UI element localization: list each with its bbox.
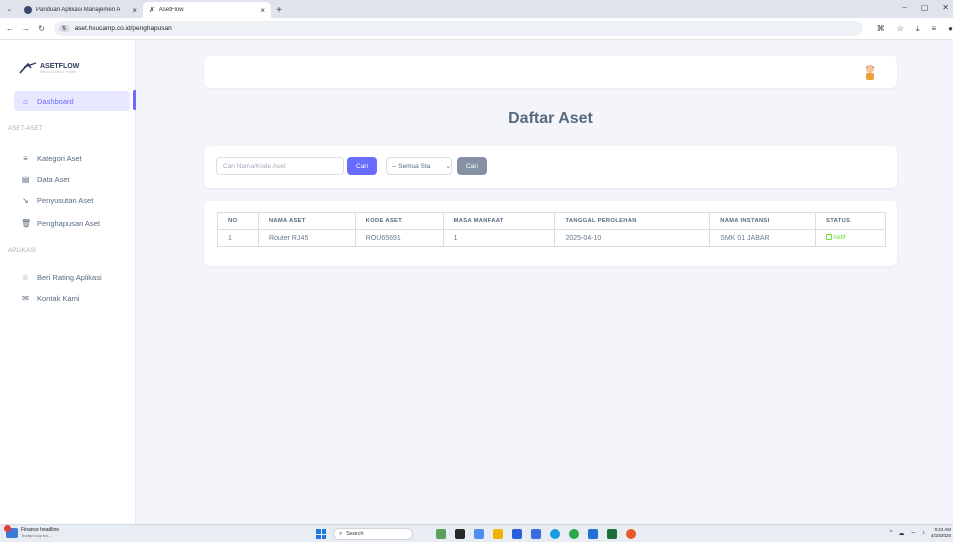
top-navbar: [204, 56, 897, 88]
maximize-icon[interactable]: ▢: [921, 3, 929, 12]
close-window-icon[interactable]: ✕: [942, 3, 949, 12]
taskbar-search[interactable]: ⌕ Search: [333, 528, 413, 540]
taskbar-app-icon[interactable]: [531, 529, 541, 539]
cell-nama-aset: Router RJ45: [257, 229, 356, 247]
windows-start-icon[interactable]: [316, 529, 326, 539]
extensions-icon[interactable]: ≡: [931, 24, 936, 34]
url-field[interactable]: ⇅ aset.hsucamp.co.id/penghapusan: [53, 21, 863, 36]
news-icon: [4, 524, 18, 538]
home-icon: ⌂: [23, 96, 28, 106]
cell-status: Aktif: [815, 229, 886, 247]
section-header-aplikasi: APLIKASI: [8, 248, 37, 254]
volume-icon[interactable]: ♪: [922, 530, 925, 538]
sidebar-item-data-aset[interactable]: ▤ Data Aset: [14, 169, 130, 189]
sidebar: ASETFLOW Kelola Mudah & Praktis ⌂ Dashbo…: [0, 40, 136, 524]
list-icon: ≡: [23, 153, 28, 163]
sidebar-item-penghapusan-aset[interactable]: 🗑 Penghapusan Aset: [14, 213, 130, 233]
translate-icon[interactable]: ⌘: [877, 24, 885, 34]
wifi-icon[interactable]: ⌔: [910, 530, 916, 538]
cloud-icon[interactable]: ☁: [898, 530, 904, 538]
chart-down-icon: ↘: [22, 195, 29, 205]
profile-icon[interactable]: ●: [948, 24, 953, 34]
minimize-icon[interactable]: –: [902, 3, 906, 12]
new-tab-button[interactable]: +: [271, 2, 287, 18]
taskbar-app-icon[interactable]: [436, 529, 446, 539]
app-logo[interactable]: ASETFLOW Kelola Mudah & Praktis: [19, 62, 79, 74]
browser-tab-asetflow[interactable]: ✗ AsetFlow ×: [143, 2, 271, 18]
file-explorer-icon[interactable]: [493, 529, 503, 539]
os-taskbar: Finance headline Trump's top tra... ⌕ Se…: [0, 524, 953, 542]
column-header-masa-manfaat[interactable]: MASA MANFAAT: [442, 212, 556, 230]
column-header-kode-aset[interactable]: KODE ASET: [354, 212, 444, 230]
asetflow-logo-icon: [19, 62, 37, 74]
table-row[interactable]: 1 Router RJ45 ROU65691 1 2025-04-10 SMK …: [217, 229, 886, 247]
taskbar-app-icon[interactable]: [607, 529, 617, 539]
chevron-down-icon: ⌄: [445, 163, 451, 170]
checkbox-icon: [826, 234, 833, 241]
taskbar-app-icon[interactable]: [474, 529, 484, 539]
search-button[interactable]: Cari: [347, 157, 377, 175]
back-icon[interactable]: ←: [4, 24, 16, 33]
search-input[interactable]: [216, 157, 344, 175]
reload-icon[interactable]: ↻: [36, 24, 48, 33]
sidebar-item-dashboard[interactable]: ⌂ Dashboard: [14, 91, 130, 111]
mail-icon: ✉: [22, 293, 29, 303]
sidebar-item-kontak-kami[interactable]: ✉ Kontak Kami: [14, 288, 130, 308]
cell-no: 1: [217, 229, 259, 247]
user-avatar-icon[interactable]: [863, 64, 877, 80]
table-icon: ▤: [21, 174, 30, 184]
news-widget[interactable]: Finance headline Trump's top tra...: [4, 524, 59, 538]
column-header-nama-instansi[interactable]: NAMA INSTANSI: [709, 212, 817, 230]
taskbar-app-icon[interactable]: [512, 529, 522, 539]
address-bar-row: ← → ↻ ⇅ aset.hsucamp.co.id/penghapusan ⌘…: [0, 18, 953, 40]
status-badge: Aktif: [826, 234, 846, 241]
filter-button[interactable]: Cari: [457, 157, 487, 175]
filter-card: Cari -- Semua Sta ⌄ Cari: [204, 146, 897, 188]
column-header-no[interactable]: NO: [217, 212, 259, 230]
taskbar-app-icon[interactable]: [626, 529, 636, 539]
browser-tab-panduan[interactable]: Panduan Aplikasi Manajemen A ×: [18, 2, 143, 18]
site-info-icon[interactable]: ⇅: [58, 25, 70, 32]
cell-masa-manfaat: 1: [442, 229, 556, 247]
asset-table: NO NAMA ASET KODE ASET MASA MANFAAT TANG…: [217, 212, 886, 247]
close-tab-icon[interactable]: ×: [260, 6, 265, 15]
cell-nama-instansi: SMK 01 JABAR: [709, 229, 817, 247]
column-header-status[interactable]: STATUS: [815, 212, 886, 230]
page-title: Daftar Aset: [508, 110, 593, 127]
download-icon[interactable]: ⤓: [916, 24, 920, 34]
active-indicator: [133, 90, 136, 110]
sidebar-item-beri-rating[interactable]: ☆ Beri Rating Aplikasi: [14, 267, 130, 287]
asetflow-favicon-icon: ✗: [149, 7, 155, 14]
edge-browser-icon[interactable]: [550, 529, 560, 539]
column-header-nama-aset[interactable]: NAMA ASET: [257, 212, 356, 230]
trash-icon: 🗑: [21, 218, 32, 228]
forward-icon[interactable]: →: [20, 24, 32, 33]
sidebar-item-kategori-aset[interactable]: ≡ Kategori Aset: [14, 148, 130, 168]
chrome-browser-icon[interactable]: [569, 529, 579, 539]
cell-tanggal-perolehan: 2025-04-10: [554, 229, 711, 247]
chevron-up-icon[interactable]: ^: [890, 530, 893, 538]
star-icon: ☆: [21, 272, 30, 282]
status-filter-select[interactable]: -- Semua Sta ⌄: [386, 157, 452, 175]
cell-kode-aset: ROU65691: [354, 229, 444, 247]
asset-table-card: NO NAMA ASET KODE ASET MASA MANFAAT TANG…: [204, 201, 897, 266]
close-tab-icon[interactable]: ×: [132, 6, 137, 15]
search-icon: ⌕: [339, 530, 343, 537]
vscode-icon[interactable]: [588, 529, 598, 539]
bookmark-star-icon[interactable]: ☆: [897, 24, 904, 34]
table-header-row: NO NAMA ASET KODE ASET MASA MANFAAT TANG…: [217, 212, 886, 230]
site-favicon-icon: [24, 6, 32, 14]
system-tray: ^ ☁ ⌔ ♪: [890, 530, 925, 538]
system-clock[interactable]: 9:24 AM 4/10/2025: [931, 527, 951, 539]
sidebar-item-penyusutan-aset[interactable]: ↘ Penyusutan Aset: [14, 190, 130, 210]
browser-tab-bar: ⌄ Panduan Aplikasi Manajemen A × ✗ AsetF…: [0, 0, 953, 18]
taskbar-app-icon[interactable]: [455, 529, 465, 539]
section-header-aset: ASET-ASET: [8, 126, 43, 132]
window-controls: – ▢ ✕: [902, 3, 949, 12]
column-header-tanggal-perolehan[interactable]: TANGGAL PEROLEHAN: [554, 212, 711, 230]
tab-search-icon[interactable]: ⌄: [0, 0, 18, 18]
